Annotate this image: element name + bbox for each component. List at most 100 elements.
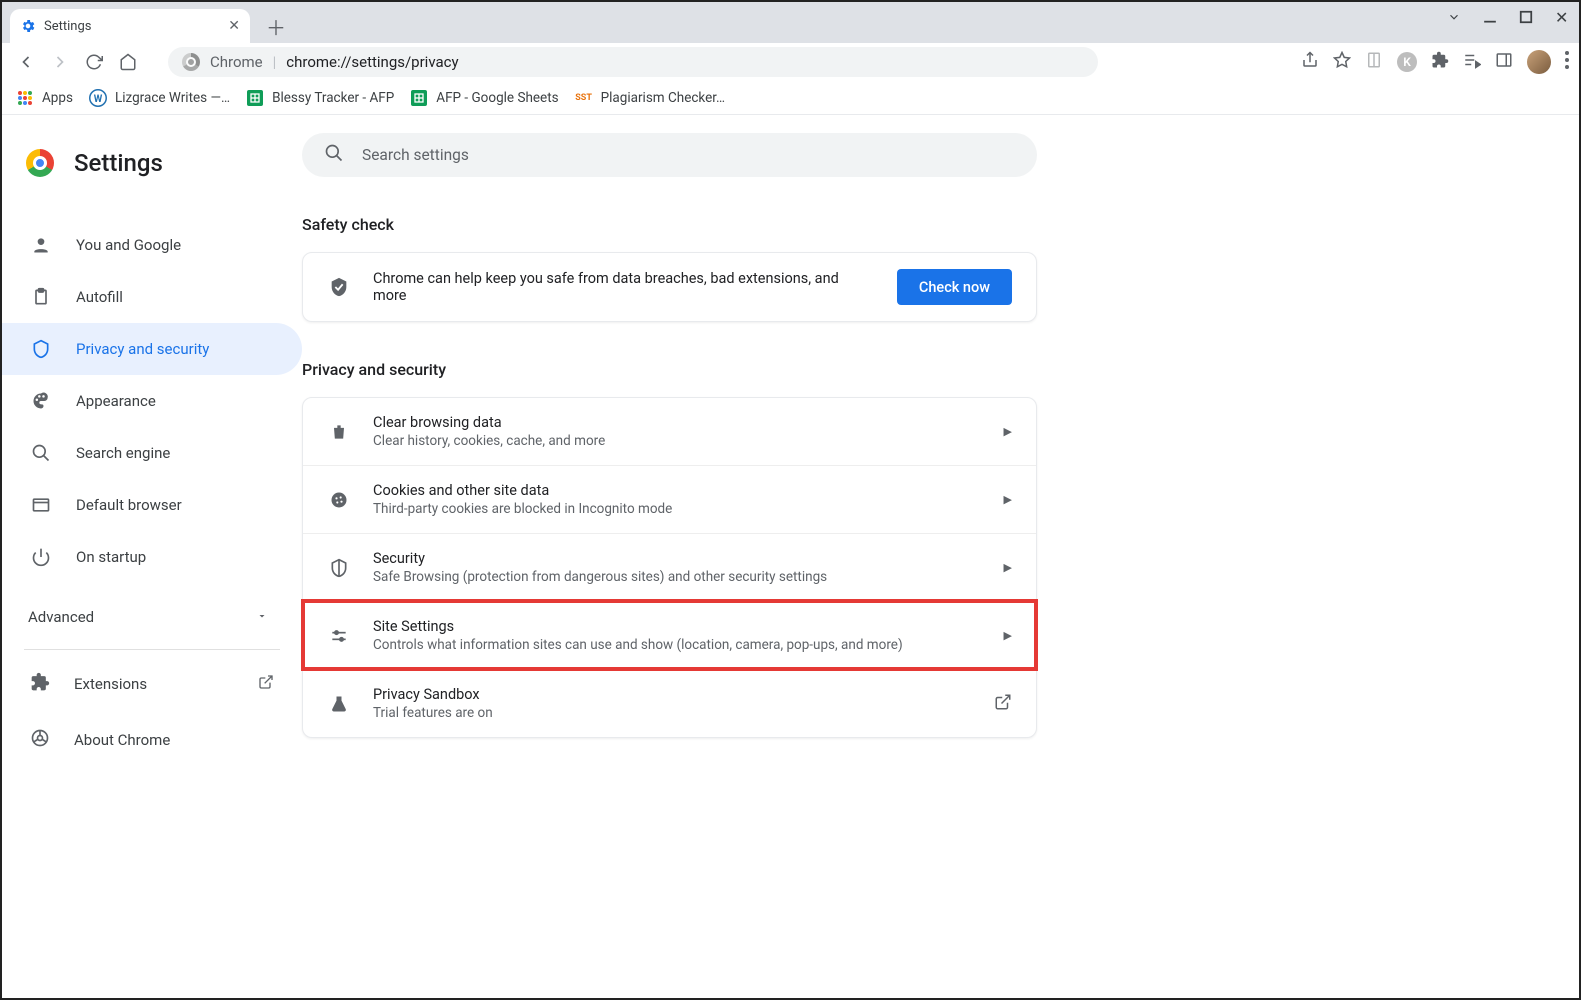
row-title: Site Settings [373,618,982,635]
close-window-icon[interactable]: ✕ [1555,10,1569,24]
sidebar-item-search-engine[interactable]: Search engine [2,427,302,479]
extensions-puzzle-icon[interactable] [1431,51,1449,73]
power-icon [30,547,52,567]
browser-tab[interactable]: Settings ✕ [10,9,250,43]
tab-strip: Settings ✕ ＋ ✕ [2,2,1579,43]
window-controls: ✕ [1447,10,1569,24]
row-cookies[interactable]: Cookies and other site dataThird-party c… [303,465,1036,533]
apps-grid-icon [16,89,34,107]
close-tab-icon[interactable]: ✕ [228,18,240,34]
divider [24,649,280,650]
sidebar-item-label: Privacy and security [76,340,209,358]
row-title: Security [373,550,982,567]
bookmark-label: AFP - Google Sheets [436,90,558,106]
bookmark-label: Lizgrace Writes —… [115,90,230,106]
site-info-icon[interactable] [182,53,200,71]
maximize-icon[interactable] [1519,10,1533,24]
forward-button[interactable] [46,48,74,76]
external-link-icon [994,693,1012,714]
profile-avatar[interactable] [1527,50,1551,74]
row-desc: Clear history, cookies, cache, and more [373,433,982,449]
row-title: Cookies and other site data [373,482,982,499]
cookie-icon [327,490,351,510]
shield-icon [30,339,52,359]
magnifier-icon [30,443,52,463]
bookmark-afp[interactable]: AFP - Google Sheets [410,89,558,107]
sidebar-advanced-toggle[interactable]: Advanced [2,595,302,639]
safety-check-heading: Safety check [302,215,1579,234]
row-security[interactable]: SecuritySafe Browsing (protection from d… [303,533,1036,601]
omnibox-prefix: Chrome [210,53,263,71]
puzzle-icon [30,672,50,696]
account-k-icon[interactable]: K [1397,52,1417,72]
sidebar-item-label: Extensions [74,675,147,693]
sidebar-item-appearance[interactable]: Appearance [2,375,302,427]
settings-sidebar: Settings You and Google Autofill Privacy… [2,115,302,998]
back-button[interactable] [12,48,40,76]
sidebar-item-label: About Chrome [74,731,170,749]
search-placeholder: Search settings [362,146,469,164]
sidebar-item-label: Appearance [76,392,156,410]
external-link-icon [258,674,274,694]
row-title: Privacy Sandbox [373,686,972,703]
bookmark-lizgrace[interactable]: W Lizgrace Writes —… [89,89,230,107]
bookmark-label: Plagiarism Checker… [601,90,725,106]
tabs-dropdown-icon[interactable] [1447,10,1461,24]
bookmark-blessy[interactable]: Blessy Tracker - AFP [246,89,394,107]
check-now-button[interactable]: Check now [897,269,1012,305]
shield-check-icon [327,276,351,298]
settings-header: Settings [2,133,302,193]
share-icon[interactable] [1301,51,1319,73]
svg-text:W: W [94,93,103,104]
sidebar-item-privacy-security[interactable]: Privacy and security [2,323,302,375]
privacy-security-heading: Privacy and security [302,360,1579,379]
trash-icon [327,422,351,442]
reload-button[interactable] [80,48,108,76]
chevron-right-icon: ▶ [1004,493,1012,506]
omnibox-url: chrome://settings/privacy [286,53,458,71]
tab-title: Settings [44,19,91,34]
palette-icon [30,391,52,411]
sidebar-item-about-chrome[interactable]: About Chrome [2,712,302,768]
side-panel-icon[interactable] [1495,51,1513,73]
settings-main: Search settings Safety check Chrome can … [302,115,1579,998]
home-button[interactable] [114,48,142,76]
clipboard-icon [30,287,52,307]
settings-search-input[interactable]: Search settings [302,133,1037,177]
row-title: Clear browsing data [373,414,982,431]
sst-icon: SST [575,89,593,107]
bookmark-star-icon[interactable] [1333,51,1351,73]
minimize-icon[interactable] [1483,10,1497,24]
sidebar-item-you-and-google[interactable]: You and Google [2,219,302,271]
advanced-label: Advanced [28,608,94,626]
chevron-right-icon: ▶ [1004,425,1012,438]
browser-toolbar: Chrome | chrome://settings/privacy K [2,43,1579,81]
address-bar[interactable]: Chrome | chrome://settings/privacy [168,47,1098,77]
sheets-icon [246,89,264,107]
reading-list-icon[interactable] [1365,51,1383,73]
gear-icon [20,18,36,34]
row-desc: Controls what information sites can use … [373,637,982,653]
sidebar-item-on-startup[interactable]: On startup [2,531,302,583]
row-site-settings[interactable]: Site Settings Controls what information s… [303,601,1036,669]
page-title: Settings [74,149,163,177]
privacy-security-card: Clear browsing data Clear history, cookie… [302,397,1037,738]
row-clear-browsing-data[interactable]: Clear browsing data Clear history, cookie… [303,398,1036,465]
chevron-right-icon: ▶ [1004,561,1012,574]
bookmark-plagiarism[interactable]: SST Plagiarism Checker… [575,89,725,107]
sidebar-item-label: Default browser [76,496,182,514]
media-controls-icon[interactable] [1463,51,1481,73]
bookmark-apps[interactable]: Apps [16,89,73,107]
sidebar-item-label: You and Google [76,236,181,254]
sliders-icon [327,626,351,646]
sidebar-item-default-browser[interactable]: Default browser [2,479,302,531]
sidebar-item-autofill[interactable]: Autofill [2,271,302,323]
bookmarks-bar: Apps W Lizgrace Writes —… Blessy Tracker… [2,81,1579,115]
bookmark-label: Apps [42,90,73,106]
sidebar-item-extensions[interactable]: Extensions [2,656,302,712]
kebab-menu-icon[interactable] [1565,51,1569,73]
new-tab-button[interactable]: ＋ [262,12,290,40]
row-privacy-sandbox[interactable]: Privacy SandboxTrial features are on [303,669,1036,737]
flask-icon [327,694,351,714]
sidebar-item-label: Autofill [76,288,123,306]
